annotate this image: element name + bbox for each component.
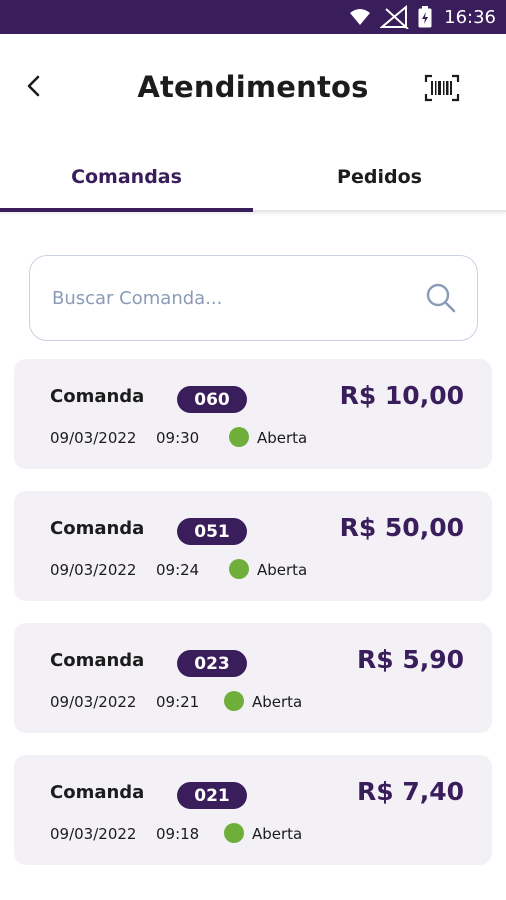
search-input[interactable]: [52, 256, 412, 340]
comanda-date: 09/03/2022: [50, 825, 137, 843]
status-icons: 16:36: [348, 0, 496, 34]
comanda-card[interactable]: Comanda 060 R$ 10,00 09/03/2022 09:30 Ab…: [14, 359, 492, 469]
status-open-dot-icon: [224, 691, 244, 711]
tab-pedidos[interactable]: Pedidos: [253, 146, 506, 208]
comanda-status: Aberta: [257, 429, 308, 447]
active-tab-indicator: [0, 208, 253, 212]
tab-bar: Comandas Pedidos: [0, 146, 506, 212]
comanda-time: 09:24: [156, 561, 200, 579]
search-box: [29, 255, 478, 341]
comanda-status: Aberta: [252, 693, 303, 711]
comanda-number-badge: 021: [177, 782, 247, 809]
comanda-label: Comanda: [50, 782, 145, 803]
comanda-label: Comanda: [50, 650, 145, 671]
tab-comandas[interactable]: Comandas: [0, 146, 253, 208]
battery-icon: [418, 6, 432, 28]
comanda-time: 09:18: [156, 825, 200, 843]
comanda-status: Aberta: [257, 561, 308, 579]
wifi-icon: [348, 7, 372, 27]
comanda-number-badge: 051: [177, 518, 247, 545]
barcode-icon: [424, 74, 460, 106]
comanda-number-badge: 023: [177, 650, 247, 677]
status-bar: 16:36: [0, 0, 506, 34]
app-header: Atendimentos: [0, 34, 506, 146]
comanda-status: Aberta: [252, 825, 303, 843]
comanda-amount: R$ 50,00: [339, 513, 464, 542]
status-open-dot-icon: [229, 559, 249, 579]
signal-icon: [380, 5, 410, 29]
comanda-label: Comanda: [50, 518, 145, 539]
barcode-scan-button[interactable]: [422, 74, 462, 106]
comanda-card[interactable]: Comanda 021 R$ 7,40 09/03/2022 09:18 Abe…: [14, 755, 492, 865]
comanda-card[interactable]: Comanda 023 R$ 5,90 09/03/2022 09:21 Abe…: [14, 623, 492, 733]
comanda-date: 09/03/2022: [50, 693, 137, 711]
comanda-amount: R$ 10,00: [339, 381, 464, 410]
comanda-date: 09/03/2022: [50, 561, 137, 579]
search-icon[interactable]: [425, 282, 457, 314]
comanda-label: Comanda: [50, 386, 145, 407]
comanda-card[interactable]: Comanda 051 R$ 50,00 09/03/2022 09:24 Ab…: [14, 491, 492, 601]
status-time: 16:36: [444, 6, 496, 28]
comanda-time: 09:30: [156, 429, 200, 447]
comanda-date: 09/03/2022: [50, 429, 137, 447]
comanda-amount: R$ 7,40: [356, 777, 464, 806]
comanda-amount: R$ 5,90: [356, 645, 464, 674]
status-open-dot-icon: [229, 427, 249, 447]
comanda-time: 09:21: [156, 693, 200, 711]
status-open-dot-icon: [224, 823, 244, 843]
comanda-number-badge: 060: [177, 386, 247, 413]
